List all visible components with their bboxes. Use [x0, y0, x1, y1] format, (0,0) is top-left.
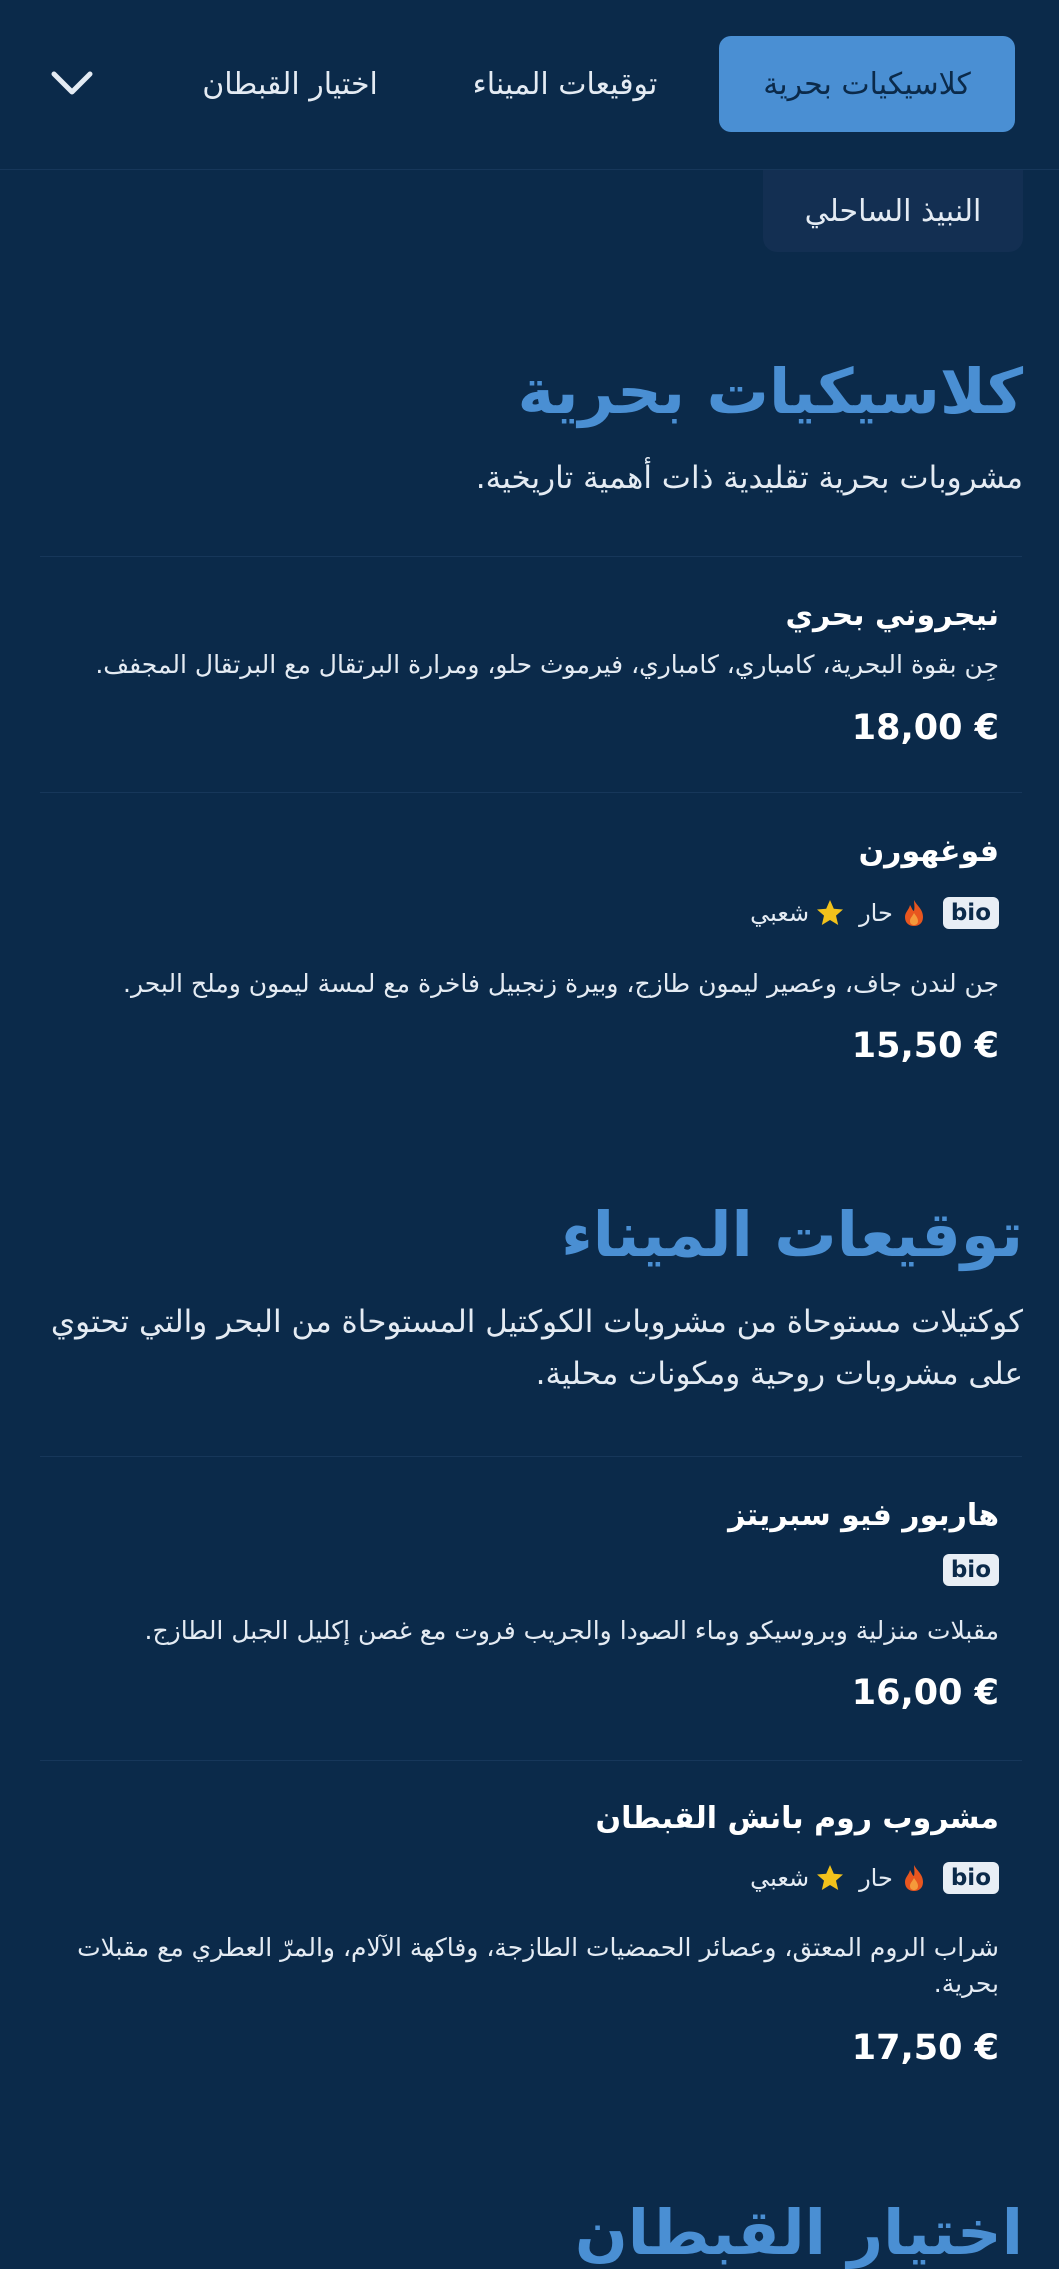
section-title-harbor-signatures: توقيعات الميناء	[561, 1198, 1023, 1271]
popular-badge: شعبي	[750, 898, 845, 928]
section-title-captains-choice: اختيار القبطان	[574, 2196, 1023, 2269]
popular-label: شعبي	[750, 899, 810, 927]
item-price: 15,50 €	[851, 1026, 999, 1066]
item-badges: bio حار شعبي	[750, 893, 999, 933]
item-price: 17,50 €	[851, 2028, 999, 2068]
divider	[40, 556, 1022, 557]
popular-badge: شعبي	[750, 1863, 845, 1893]
item-price: 18,00 €	[851, 708, 999, 748]
section-title-maritime-classics: كلاسيكيات بحرية	[517, 355, 1023, 428]
hot-label: حار	[859, 1864, 893, 1892]
category-nav: كلاسيكيات بحرية توقيعات الميناء اختيار ا…	[0, 0, 1059, 170]
popular-label: شعبي	[750, 1864, 810, 1892]
item-badges: bio	[942, 1550, 999, 1590]
item-description: جِن بقوة البحرية، كامباري، كامباري، فيرم…	[95, 650, 999, 679]
hot-label: حار	[859, 899, 893, 927]
divider	[40, 1760, 1022, 1761]
star-icon	[817, 1865, 844, 1890]
tab-maritime-classics[interactable]: كلاسيكيات بحرية	[719, 36, 1015, 132]
section-description: مشروبات بحرية تقليدية ذات أهمية تاريخية.	[475, 460, 1023, 496]
item-description: شراب الروم المعتق، وعصائر الحمضيات الطاز…	[77, 1933, 999, 1998]
item-description: جن لندن جاف، وعصير ليمون طازج، وبيرة زنج…	[123, 969, 999, 998]
flame-icon	[904, 900, 923, 926]
divider	[40, 1456, 1022, 1457]
hot-badge: حار	[859, 898, 929, 928]
bio-badge: bio	[942, 897, 999, 929]
tab-captains-choice[interactable]: اختيار القبطان	[170, 36, 410, 132]
item-name: هاربور فيو سبريتز	[728, 1498, 999, 1533]
flame-icon	[904, 1865, 923, 1891]
item-name: نيجروني بحري	[785, 598, 999, 633]
star-icon	[817, 900, 844, 925]
item-price: 16,00 €	[851, 1673, 999, 1713]
coastal-wine-chip[interactable]: النبيذ الساحلي	[763, 170, 1023, 252]
section-description: كوكتيلات مستوحاة من مشروبات الكوكتيل الم…	[50, 1304, 1023, 1392]
item-badges: bio حار شعبي	[750, 1858, 999, 1898]
bio-badge: bio	[942, 1554, 999, 1586]
item-name: فوغهورن	[858, 834, 999, 869]
divider	[40, 792, 1022, 793]
item-description: مقبلات منزلية وبروسيكو وماء الصودا والجر…	[144, 1616, 999, 1645]
tab-harbor-signatures[interactable]: توقيعات الميناء	[445, 36, 685, 132]
chevron-down-icon[interactable]	[46, 58, 98, 110]
hot-badge: حار	[859, 1863, 929, 1893]
bio-badge: bio	[942, 1862, 999, 1894]
item-name: مشروب روم بانش القبطان	[595, 1801, 999, 1836]
